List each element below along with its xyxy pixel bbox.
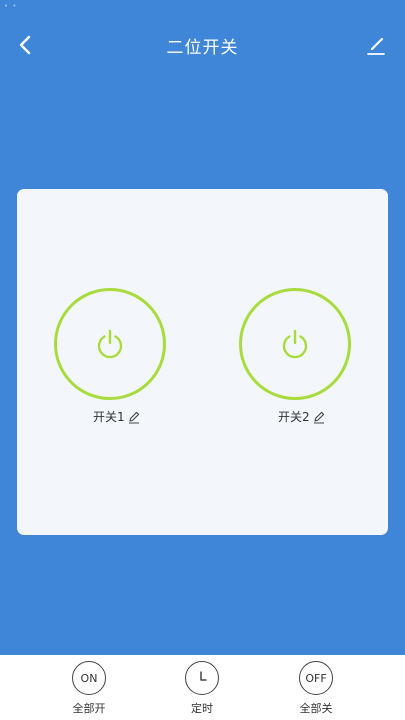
pencil-icon [128,411,139,423]
power-icon [282,329,308,359]
power-icon [97,329,123,359]
switch-panel-card: 开关1 开关2 [17,189,388,535]
switch-2-label-group: 开关2 [278,408,326,425]
edit-button[interactable] [363,32,389,60]
app-root: • • 二位开关 开关1 开关2 ON 全部开 定时 OFF 全部关 [0,0,405,720]
blue-background: • • 二位开关 开关1 开关2 [0,0,405,655]
all-off-label: 全部关 [299,702,333,715]
rename-switch-2-button[interactable] [312,410,326,424]
on-icon: ON [72,661,106,695]
switch-2-label: 开关2 [278,410,310,424]
timer-button[interactable]: 定时 [162,661,242,716]
switch-1-button[interactable] [54,288,166,400]
page-title: 二位开关 [166,38,239,58]
bottom-bar: ON 全部开 定时 OFF 全部关 [0,655,405,720]
all-on-button[interactable]: ON 全部开 [49,661,129,716]
pencil-icon [313,411,324,423]
all-on-label: 全部开 [72,702,106,715]
switch-1-label-group: 开关1 [93,408,141,425]
clock-icon [185,661,219,695]
switch-2-button[interactable] [239,288,351,400]
pencil-icon [367,37,385,55]
all-off-button[interactable]: OFF 全部关 [276,661,356,716]
off-icon: OFF [299,661,333,695]
rename-switch-1-button[interactable] [127,410,141,424]
timer-label: 定时 [191,702,213,715]
header: 二位开关 [0,0,405,92]
switch-1-label: 开关1 [93,410,125,424]
